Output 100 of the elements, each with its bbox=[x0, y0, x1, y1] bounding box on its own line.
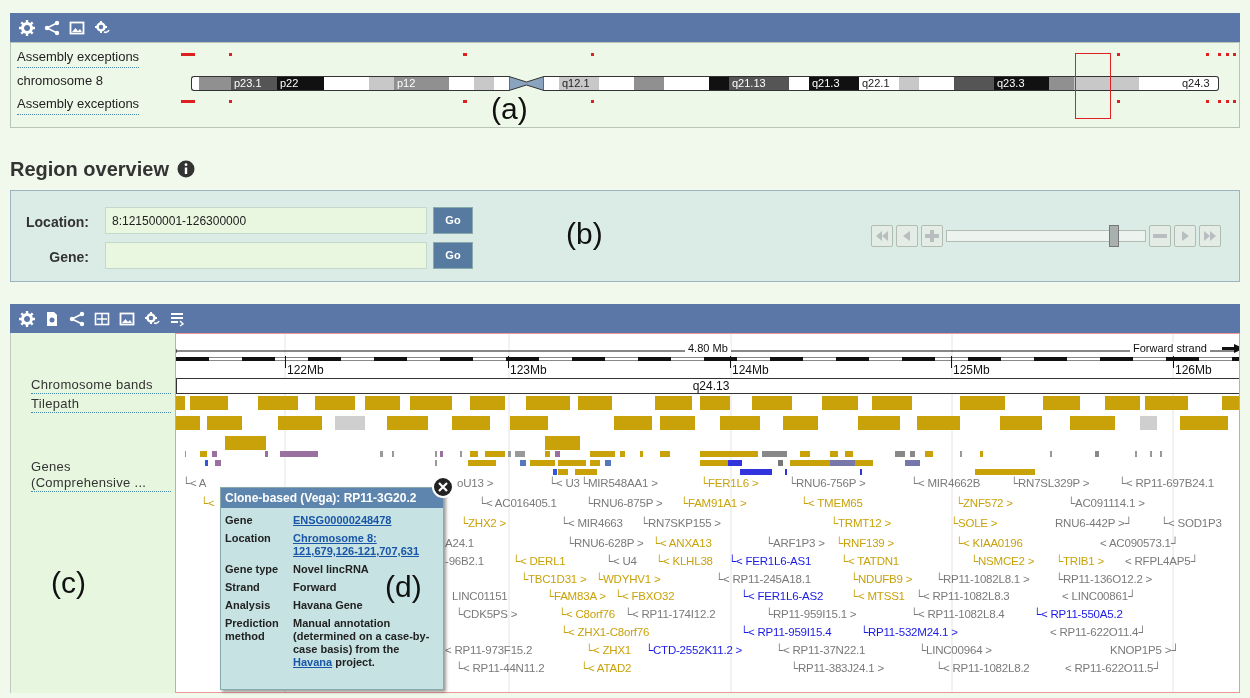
gene-label[interactable]: └ARF1P3 > bbox=[765, 536, 825, 550]
gene-label[interactable]: └LINC00964 > bbox=[918, 643, 992, 657]
gene-label[interactable]: < LINC00861┘ bbox=[1062, 589, 1136, 603]
gene-label[interactable]: └RNU6-875P > bbox=[585, 496, 663, 510]
gene-label[interactable]: └RP11-383J24.1 > bbox=[790, 661, 884, 675]
gene-label[interactable]: └WDYHV1 > bbox=[595, 572, 661, 586]
gene-label[interactable]: KNOP1P5 >┘ bbox=[1110, 643, 1180, 657]
gene-label[interactable]: └< MIR4662B bbox=[910, 476, 981, 490]
popup-link[interactable]: Havana bbox=[293, 656, 333, 668]
gene-label[interactable]: └RN7SKP155 > bbox=[640, 516, 721, 530]
gene-label[interactable]: └FAM91A1 > bbox=[680, 496, 747, 510]
gene-label[interactable]: └< RP11-44N11.2 bbox=[455, 661, 545, 675]
gene-label[interactable]: └RP11-532M24.1 > bbox=[860, 625, 958, 639]
gene-label[interactable]: └< RP11-37N22.1 bbox=[775, 643, 866, 657]
gene-label[interactable]: └< RP11-550A5.2 bbox=[1033, 607, 1123, 621]
gene-label[interactable]: └< ZHX1 bbox=[585, 643, 632, 657]
gene-label[interactable]: < RP11-622O11.5┘ bbox=[1065, 661, 1162, 675]
track-label[interactable]: Assembly exceptions bbox=[17, 47, 140, 68]
share-icon[interactable] bbox=[69, 310, 85, 327]
chromosome-band bbox=[474, 76, 494, 91]
gene-label[interactable]: └NDUFB9 > bbox=[850, 572, 913, 586]
go-button[interactable]: Go bbox=[433, 242, 473, 269]
gene-label[interactable]: < RFPL4AP5┘ bbox=[1125, 554, 1199, 568]
gene-label[interactable]: └CDK5PS > bbox=[455, 607, 518, 621]
gene-label[interactable]: └< TMEM65 bbox=[800, 496, 863, 510]
gene-label[interactable]: oU13 > bbox=[457, 476, 494, 490]
gene-label[interactable]: └RP11-136O12.2 > bbox=[1055, 572, 1153, 586]
gene-label[interactable]: └< RP11-959I15.4 bbox=[740, 625, 832, 639]
gene-label[interactable]: LINC01151 bbox=[452, 589, 508, 603]
gene-label[interactable]: < AC090573.1┘ bbox=[1100, 536, 1179, 550]
gene-label[interactable]: └< TATDN1 bbox=[840, 554, 900, 568]
gene-label[interactable]: └TRMT12 > bbox=[830, 516, 891, 530]
gene-label[interactable]: < RP11-973F15.2 bbox=[445, 643, 533, 657]
gene-label[interactable]: └ZHX2 > bbox=[460, 516, 507, 530]
gene-label[interactable]: └< AC016405.1 bbox=[478, 496, 557, 510]
gene-label[interactable]: └< U3 bbox=[548, 476, 580, 490]
gene-label[interactable]: └< RP11-245A18.1 bbox=[715, 572, 811, 586]
gene-label[interactable]: └FER1L6 > bbox=[700, 476, 759, 490]
gene-label[interactable]: └TRIB1 > bbox=[1055, 554, 1105, 568]
gene-label[interactable]: └CTD-2552K11.2 > bbox=[645, 643, 743, 657]
gene-label[interactable]: └MIR548AA1 > bbox=[580, 476, 658, 490]
gene-label[interactable]: └RNU6-756P > bbox=[788, 476, 866, 490]
popup-link[interactable]: Chromosome 8: 121,679,126-121,707,631 bbox=[293, 532, 439, 558]
image-icon[interactable] bbox=[69, 19, 85, 36]
gene-label[interactable]: -96B2.1 bbox=[445, 554, 484, 568]
cog-arrows-icon[interactable] bbox=[94, 19, 110, 36]
gear-icon[interactable] bbox=[19, 19, 35, 36]
input-field[interactable]: 8:121500001-126300000 bbox=[105, 207, 427, 234]
go-button[interactable]: Go bbox=[433, 207, 473, 234]
document-icon[interactable] bbox=[44, 310, 60, 327]
gene-label[interactable]: └< FER1L6-AS1 bbox=[728, 554, 812, 568]
gene-label[interactable]: └< KLHL38 bbox=[655, 554, 713, 568]
gene-label[interactable]: └< MTSS1 bbox=[850, 589, 905, 603]
gene-label[interactable]: └< RP11-697B24.1 bbox=[1118, 476, 1214, 490]
track-label[interactable]: Chromosome bands bbox=[31, 377, 171, 394]
gene-label[interactable]: └< DERL1 bbox=[512, 554, 566, 568]
gene-label[interactable]: A24.1 bbox=[445, 536, 475, 550]
gene-label[interactable]: └ZNF572 > bbox=[955, 496, 1013, 510]
image-icon[interactable] bbox=[119, 310, 135, 327]
track-label[interactable]: Assembly exceptions bbox=[17, 94, 140, 115]
gene-label[interactable]: └< RP11-1082L8.3 bbox=[915, 589, 1010, 603]
gene-label[interactable]: └< bbox=[200, 496, 215, 510]
gene-label[interactable]: └< ZHX1-C8orf76 bbox=[560, 625, 650, 639]
gene-label[interactable]: └TBC1D31 > bbox=[520, 572, 587, 586]
gene-label[interactable]: └NSMCE2 > bbox=[970, 554, 1035, 568]
track-label[interactable]: Tilepath bbox=[31, 396, 171, 413]
gene-label[interactable]: < RP11-622O11.4┘ bbox=[1050, 625, 1147, 639]
zoom-slider[interactable] bbox=[946, 225, 1146, 247]
gene-label[interactable]: └< RP11-1082L8.2 bbox=[935, 661, 1030, 675]
gene-label[interactable]: └SOLE > bbox=[950, 516, 998, 530]
gene-label[interactable]: └< FER1L6-AS2 bbox=[740, 589, 824, 603]
gene-label[interactable]: └< U4 bbox=[605, 554, 637, 568]
gene-label[interactable]: └RP11-1082L8.1 > bbox=[935, 572, 1030, 586]
share-icon[interactable] bbox=[44, 19, 60, 36]
gene-label[interactable]: └< MIR4663 bbox=[560, 516, 623, 530]
gene-label[interactable]: └< FBXO32 bbox=[614, 589, 675, 603]
gene-label[interactable]: └< RP11-174I12.2 bbox=[624, 607, 716, 621]
track-label[interactable]: Genes (Comprehensive ... bbox=[31, 459, 171, 492]
gene-label[interactable]: └< KIAA0196 bbox=[955, 536, 1023, 550]
gene-label[interactable]: └RP11-959I15.1 > bbox=[765, 607, 857, 621]
gene-label[interactable]: └FAM83A > bbox=[546, 589, 606, 603]
popup-link[interactable]: ENSG00000248478 bbox=[293, 514, 439, 527]
gene-label[interactable]: └< A bbox=[182, 476, 207, 490]
slider-thumb[interactable] bbox=[1109, 225, 1120, 247]
gene-label[interactable]: └< SOD1P3 bbox=[1160, 516, 1222, 530]
input-field[interactable] bbox=[105, 242, 427, 269]
list-icon[interactable] bbox=[169, 310, 185, 327]
gene-label[interactable]: └< C8orf76 bbox=[558, 607, 615, 621]
info-icon[interactable] bbox=[176, 160, 195, 178]
gear-icon[interactable] bbox=[19, 310, 35, 327]
gene-label[interactable]: └RNF139 > bbox=[835, 536, 895, 550]
gene-label[interactable]: └AC091114.1 > bbox=[1067, 496, 1145, 510]
gene-label[interactable]: └RNU6-628P > bbox=[566, 536, 644, 550]
gene-label[interactable]: RNU6-442P >┘ bbox=[1055, 516, 1133, 530]
gene-label[interactable]: └< ATAD2 bbox=[580, 661, 632, 675]
gene-label[interactable]: └< ANXA13 bbox=[652, 536, 712, 550]
gene-label[interactable]: └RN7SL329P > bbox=[1010, 476, 1090, 490]
resize-icon[interactable] bbox=[94, 310, 110, 327]
gene-label[interactable]: └< RP11-1082L8.4 bbox=[910, 607, 1005, 621]
cog-arrows-icon[interactable] bbox=[144, 310, 160, 327]
